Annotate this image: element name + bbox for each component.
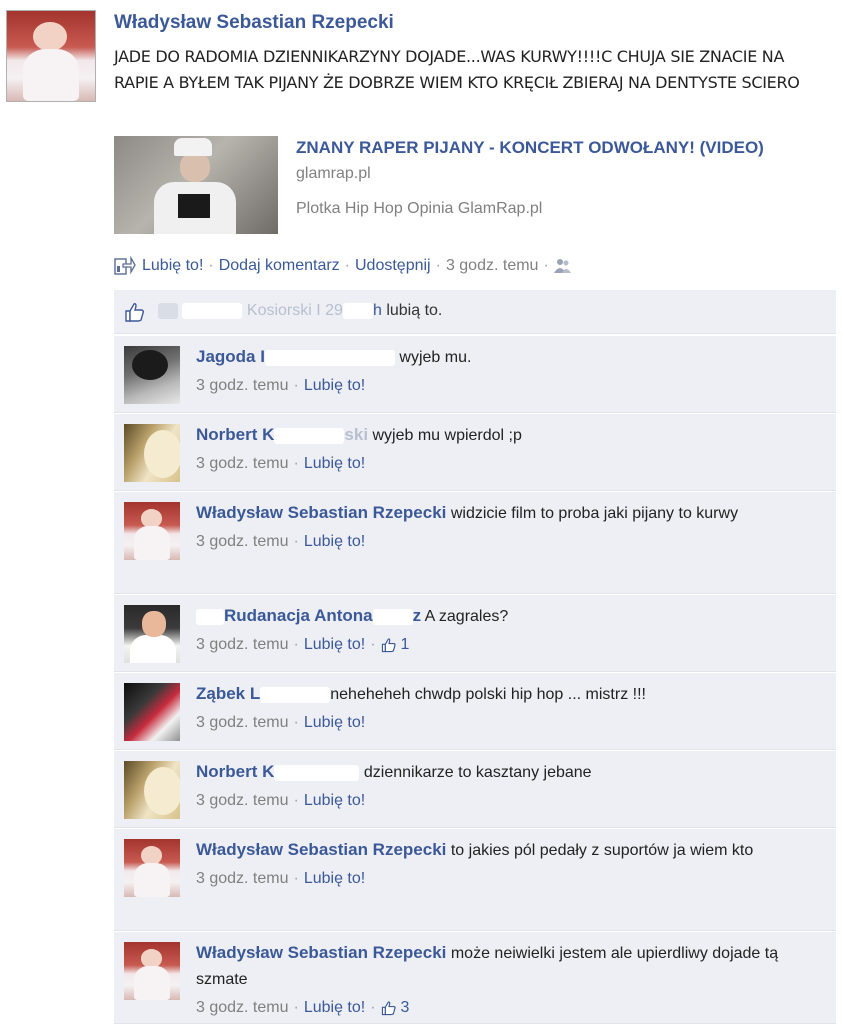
commenter-avatar[interactable] xyxy=(124,839,180,897)
commenter-avatar[interactable] xyxy=(124,761,180,819)
commenter-avatar[interactable] xyxy=(124,424,180,482)
comment-text: A zagrales? xyxy=(424,608,509,625)
comment-text: neheheheh chwdp polski hip hop ... mistr… xyxy=(330,686,646,703)
commenter-name[interactable]: Norbert K xyxy=(196,762,274,781)
separator: · xyxy=(344,257,350,274)
comment-timestamp[interactable]: 3 godz. temu xyxy=(196,710,289,736)
comment-item: Władysław Sebastian Rzepecki widzicie fi… xyxy=(114,491,836,594)
comment-timestamp[interactable]: 3 godz. temu xyxy=(196,788,289,814)
separator: · xyxy=(208,257,214,274)
link-domain: glamrap.pl xyxy=(296,165,371,182)
post-comment-link[interactable]: Dodaj komentarz xyxy=(219,257,340,275)
comment-like-count[interactable]: 3 xyxy=(401,995,410,1021)
comment-like-link[interactable]: Lubię to! xyxy=(304,710,365,736)
commenter-name[interactable]: Władysław Sebastian Rzepecki xyxy=(196,943,446,962)
likes-names-end[interactable]: h xyxy=(373,302,382,319)
thumbs-up-icon xyxy=(125,303,145,322)
comment-timestamp[interactable]: 3 godz. temu xyxy=(196,451,289,477)
comment-text: to jakies pól pedały z suportów ja wiem … xyxy=(450,842,754,859)
post-timestamp[interactable]: 3 godz. temu xyxy=(446,257,539,275)
comment-timestamp[interactable]: 3 godz. temu xyxy=(196,373,289,399)
commenter-name[interactable]: Norbert K xyxy=(196,425,274,444)
post-author-avatar[interactable] xyxy=(6,10,96,102)
post-actions: Lubię to! · Dodaj komentarz · Udostępnij… xyxy=(114,255,572,277)
comment-item: Władysław Sebastian Rzepecki to jakies p… xyxy=(114,828,836,931)
commenter-avatar[interactable] xyxy=(124,683,180,741)
likes-names[interactable]: Kosiorski I 29 xyxy=(247,302,343,319)
comment-item: Norbert Kski wyjeb mu wpierdol ;p 3 godz… xyxy=(114,413,836,491)
comment-timestamp[interactable]: 3 godz. temu xyxy=(196,632,289,658)
comment-like-count[interactable]: 1 xyxy=(401,632,410,658)
post-like-link[interactable]: Lubię to! xyxy=(142,257,203,275)
avatar-face xyxy=(33,21,67,51)
comment-timestamp[interactable]: 3 godz. temu xyxy=(196,866,289,892)
link-title[interactable]: ZNANY RAPER PIJANY - KONCERT ODWOŁANY! (… xyxy=(296,138,764,158)
comment-item: Jagoda I wyjeb mu. 3 godz. temu · Lubię … xyxy=(114,335,836,413)
link-description: Plotka Hip Hop Opinia GlamRap.pl xyxy=(296,200,543,217)
comment-like-link[interactable]: Lubię to! xyxy=(304,995,365,1021)
comment-like-link[interactable]: Lubię to! xyxy=(304,451,365,477)
comment-item: Rudanacja Antona z A zagrales? 3 godz. te… xyxy=(114,594,836,672)
comment-text: widzicie film to proba jaki pijany to ku… xyxy=(450,505,739,522)
comment-item: Ząbek L neheheheh chwdp polski hip hop ..… xyxy=(114,672,836,750)
commenter-name[interactable]: Ząbek L xyxy=(196,684,260,703)
commenter-name[interactable]: Rudanacja Antona xyxy=(224,606,373,625)
commenter-name[interactable]: Jagoda I xyxy=(196,347,265,366)
comment-like-link[interactable]: Lubię to! xyxy=(304,529,365,555)
likes-suffix: lubią to. xyxy=(386,302,443,319)
commenter-avatar[interactable] xyxy=(124,605,180,663)
commenter-avatar[interactable] xyxy=(124,942,180,1000)
commenter-avatar[interactable] xyxy=(124,346,180,404)
separator: · xyxy=(435,257,441,274)
commenter-name[interactable]: Władysław Sebastian Rzepecki xyxy=(196,503,446,522)
comment-like-link[interactable]: Lubię to! xyxy=(304,632,365,658)
comment-text: dziennikarze to kasztany jebane xyxy=(363,764,592,781)
commenter-avatar[interactable] xyxy=(124,502,180,560)
avatar-body xyxy=(22,48,80,101)
thumbs-up-icon xyxy=(381,1001,396,1016)
comment-timestamp[interactable]: 3 godz. temu xyxy=(196,529,289,555)
thumbs-up-icon xyxy=(381,638,396,653)
post-author-name[interactable]: Władysław Sebastian Rzepecki xyxy=(114,12,394,34)
comment-like-link[interactable]: Lubię to! xyxy=(304,788,365,814)
comment-text: wyjeb mu wpierdol ;p xyxy=(372,427,522,444)
comment-text: wyjeb mu. xyxy=(399,349,472,366)
post-share-link[interactable]: Udostępnij xyxy=(355,257,431,275)
separator: · xyxy=(543,257,549,274)
like-share-icon xyxy=(114,255,136,275)
comment-item: Władysław Sebastian Rzepecki może neiwie… xyxy=(114,931,836,1024)
post-text: JADE DO RADOMIA DZIENNIKARZYNY DOJADE...… xyxy=(114,47,800,92)
comment-like-link[interactable]: Lubię to! xyxy=(304,866,365,892)
likes-summary: Kosiorski I 29 h lubią to. xyxy=(114,290,836,334)
comment-like-link[interactable]: Lubię to! xyxy=(304,373,365,399)
friends-icon xyxy=(553,259,571,273)
comment-item: Norbert K dziennikarze to kasztany jeban… xyxy=(114,750,836,828)
link-thumbnail[interactable] xyxy=(114,136,278,234)
comment-timestamp[interactable]: 3 godz. temu xyxy=(196,995,289,1021)
commenter-name[interactable]: Władysław Sebastian Rzepecki xyxy=(196,840,446,859)
